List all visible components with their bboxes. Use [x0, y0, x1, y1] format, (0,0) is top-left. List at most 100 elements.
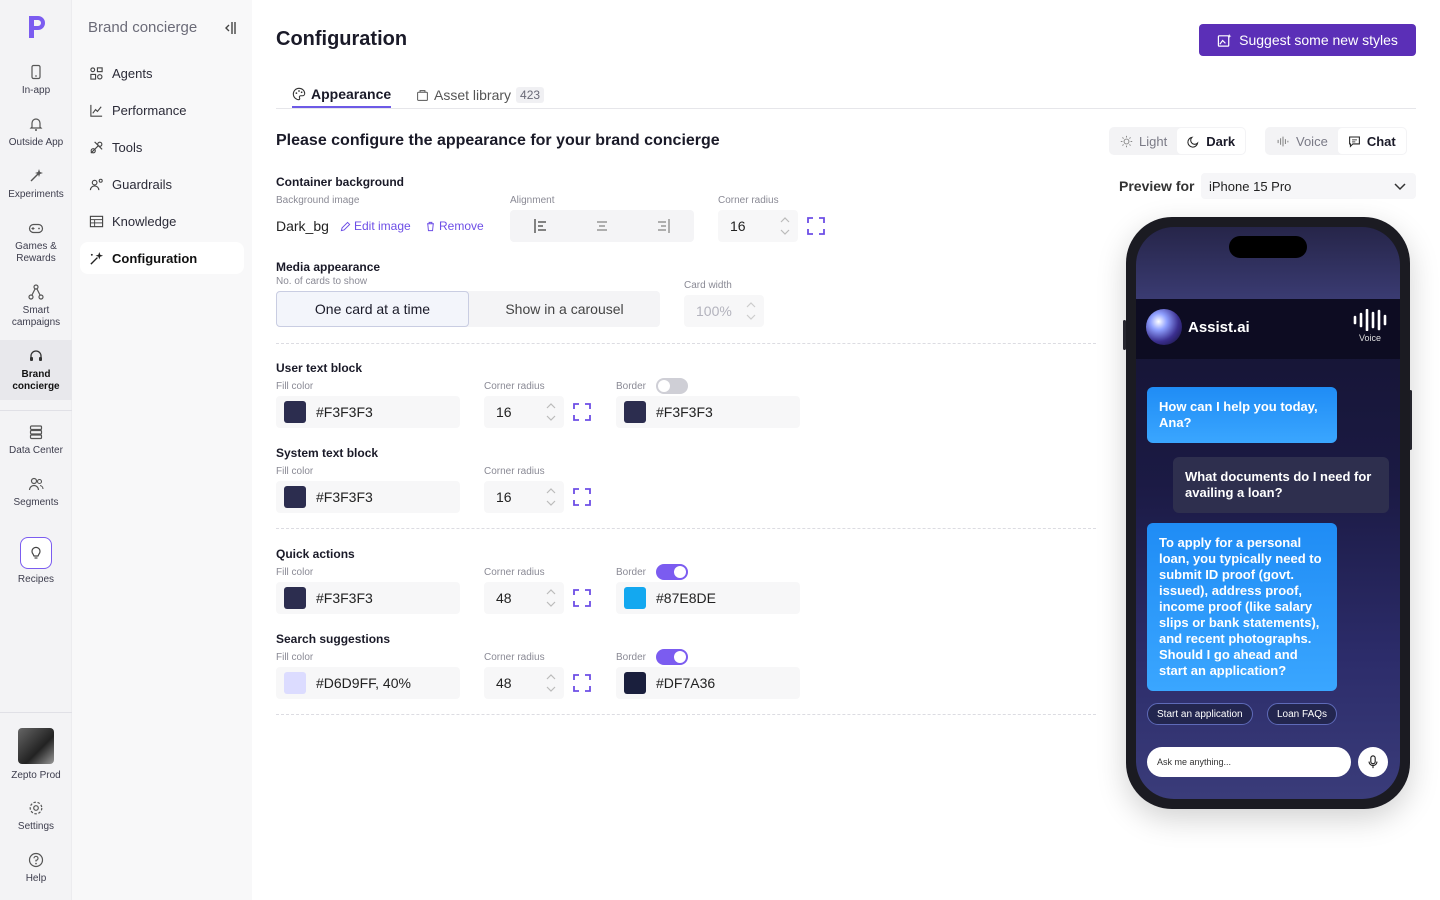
color-swatch[interactable] — [284, 587, 306, 609]
color-value: #F3F3F3 — [316, 590, 373, 606]
system-fill-color-field[interactable]: #F3F3F3 — [276, 481, 460, 513]
color-swatch[interactable] — [284, 486, 306, 508]
rail-divider — [0, 410, 72, 411]
carousel-option[interactable]: Show in a carousel — [469, 291, 660, 327]
trash-icon — [427, 221, 434, 231]
radius-value: 48 — [496, 675, 512, 691]
chat-input[interactable]: Ask me anything... — [1147, 747, 1351, 777]
quick-border-color-field[interactable]: #87E8DE — [616, 582, 800, 614]
section-title: Quick actions — [276, 547, 355, 561]
expand-corners-icon[interactable] — [573, 674, 591, 692]
quick-action-chip[interactable]: Start an application — [1147, 703, 1253, 725]
color-swatch[interactable] — [284, 672, 306, 694]
profile-switcher[interactable]: Zepto Prod — [0, 728, 72, 782]
user-border-color-field[interactable]: #F3F3F3 — [616, 396, 800, 428]
brand-logo-icon[interactable] — [26, 14, 46, 40]
voice-button[interactable]: Voice — [1352, 308, 1388, 343]
one-card-option[interactable]: One card at a time — [276, 291, 469, 327]
rail-item-experiments[interactable]: Experiments — [0, 168, 72, 201]
stepper-icon[interactable] — [546, 586, 556, 610]
theme-toggle: Light Dark — [1109, 127, 1247, 155]
expand-corners-icon[interactable] — [573, 403, 591, 421]
color-swatch[interactable] — [624, 587, 646, 609]
search-radius-input[interactable]: 48 — [484, 667, 564, 699]
voice-label: Voice — [1296, 133, 1328, 149]
system-radius-input[interactable]: 16 — [484, 481, 564, 513]
stepper-icon[interactable] — [546, 671, 556, 695]
rail-label: Experiments — [8, 189, 64, 200]
quick-radius-input[interactable]: 48 — [484, 582, 564, 614]
expand-corners-icon[interactable] — [573, 488, 591, 506]
wand-icon — [30, 169, 43, 182]
align-center-button[interactable] — [571, 210, 632, 242]
color-value: #F3F3F3 — [316, 489, 373, 505]
rail-item-in-app[interactable]: In-app — [0, 64, 72, 97]
voice-mode-button[interactable]: Voice — [1266, 128, 1338, 154]
sidebar-item-guardrails[interactable]: Guardrails — [80, 168, 244, 200]
stepper-icon[interactable] — [780, 214, 790, 238]
chat-mode-button[interactable]: Chat — [1337, 128, 1406, 154]
rail-label: Brand concierge — [12, 369, 60, 392]
color-swatch[interactable] — [624, 401, 646, 423]
tab-asset-library[interactable]: Asset library 423 — [416, 82, 545, 108]
search-fill-color-field[interactable]: #D6D9FF, 40% — [276, 667, 460, 699]
suggest-styles-button[interactable]: Suggest some new styles — [1199, 24, 1416, 56]
rail-item-outside-app[interactable]: Outside App — [0, 116, 72, 149]
align-right-button[interactable] — [633, 210, 694, 242]
rail-item-settings[interactable]: Settings — [0, 800, 72, 833]
radius-value: 16 — [496, 404, 512, 420]
bell-icon — [29, 118, 43, 131]
dark-theme-button[interactable]: Dark — [1177, 128, 1246, 154]
align-left-button[interactable] — [510, 210, 571, 242]
edit-image-link[interactable]: Edit image — [340, 219, 411, 233]
rail-item-smart-campaigns[interactable]: Smart campaigns — [0, 284, 72, 329]
expand-corners-icon[interactable] — [573, 589, 591, 607]
device-value: iPhone 15 Pro — [1209, 178, 1292, 194]
field-label: Alignment — [510, 195, 555, 206]
card-width-input[interactable]: 100% — [684, 295, 764, 327]
user-border-toggle[interactable] — [656, 378, 688, 394]
expand-corners-icon[interactable] — [807, 217, 825, 235]
rail-item-brand-concierge[interactable]: Brand concierge — [0, 340, 72, 400]
user-fill-color-field[interactable]: #F3F3F3 — [276, 396, 460, 428]
quick-fill-color-field[interactable]: #F3F3F3 — [276, 582, 460, 614]
sidebar-item-knowledge[interactable]: Knowledge — [80, 205, 244, 237]
light-theme-button[interactable]: Light — [1110, 128, 1177, 154]
phone-preview: Assist.ai Voice How can I help you today… — [1126, 217, 1410, 809]
device-select[interactable]: iPhone 15 Pro — [1201, 173, 1416, 199]
tab-label: Asset library — [434, 87, 512, 103]
stepper-icon[interactable] — [546, 485, 556, 509]
preview-label: Preview for — [1119, 178, 1195, 194]
sidebar-item-label: Knowledge — [112, 213, 177, 229]
container-radius-input[interactable]: 16 — [718, 210, 798, 242]
color-swatch[interactable] — [624, 672, 646, 694]
stepper-icon[interactable] — [746, 299, 756, 323]
mic-button[interactable] — [1358, 747, 1388, 777]
voice-button-label: Voice — [1358, 333, 1382, 343]
rail-item-data-center[interactable]: Data Center — [0, 424, 72, 457]
rail-item-recipes[interactable]: Recipes — [0, 537, 72, 586]
sidebar-item-agents[interactable]: Agents — [80, 57, 244, 89]
rail-item-games-rewards[interactable]: Games & Rewards — [0, 220, 72, 265]
quick-border-toggle[interactable] — [656, 564, 688, 580]
search-border-toggle[interactable] — [656, 649, 688, 665]
color-swatch[interactable] — [284, 401, 306, 423]
align-left-icon — [534, 219, 546, 233]
user-radius-input[interactable]: 16 — [484, 396, 564, 428]
tab-appearance[interactable]: Appearance — [292, 82, 392, 108]
chat-label: Chat — [1366, 133, 1396, 149]
voice-wave-icon — [1353, 308, 1387, 332]
collapse-sidebar-icon[interactable] — [221, 20, 237, 36]
stepper-icon[interactable] — [546, 400, 556, 424]
rail-item-segments[interactable]: Segments — [0, 476, 72, 509]
search-border-color-field[interactable]: #DF7A36 — [616, 667, 800, 699]
radius-value: 16 — [730, 218, 746, 234]
sidebar-item-label: Tools — [112, 139, 143, 155]
sidebar-item-configuration[interactable]: Configuration — [80, 242, 244, 274]
remove-image-link[interactable]: Remove — [425, 219, 484, 233]
quick-action-chip[interactable]: Loan FAQs — [1267, 703, 1338, 725]
rail-item-help[interactable]: Help — [0, 852, 72, 885]
field-label: No. of cards to show — [276, 276, 368, 287]
sidebar-item-performance[interactable]: Performance — [80, 94, 244, 126]
sidebar-item-tools[interactable]: Tools — [80, 131, 244, 163]
